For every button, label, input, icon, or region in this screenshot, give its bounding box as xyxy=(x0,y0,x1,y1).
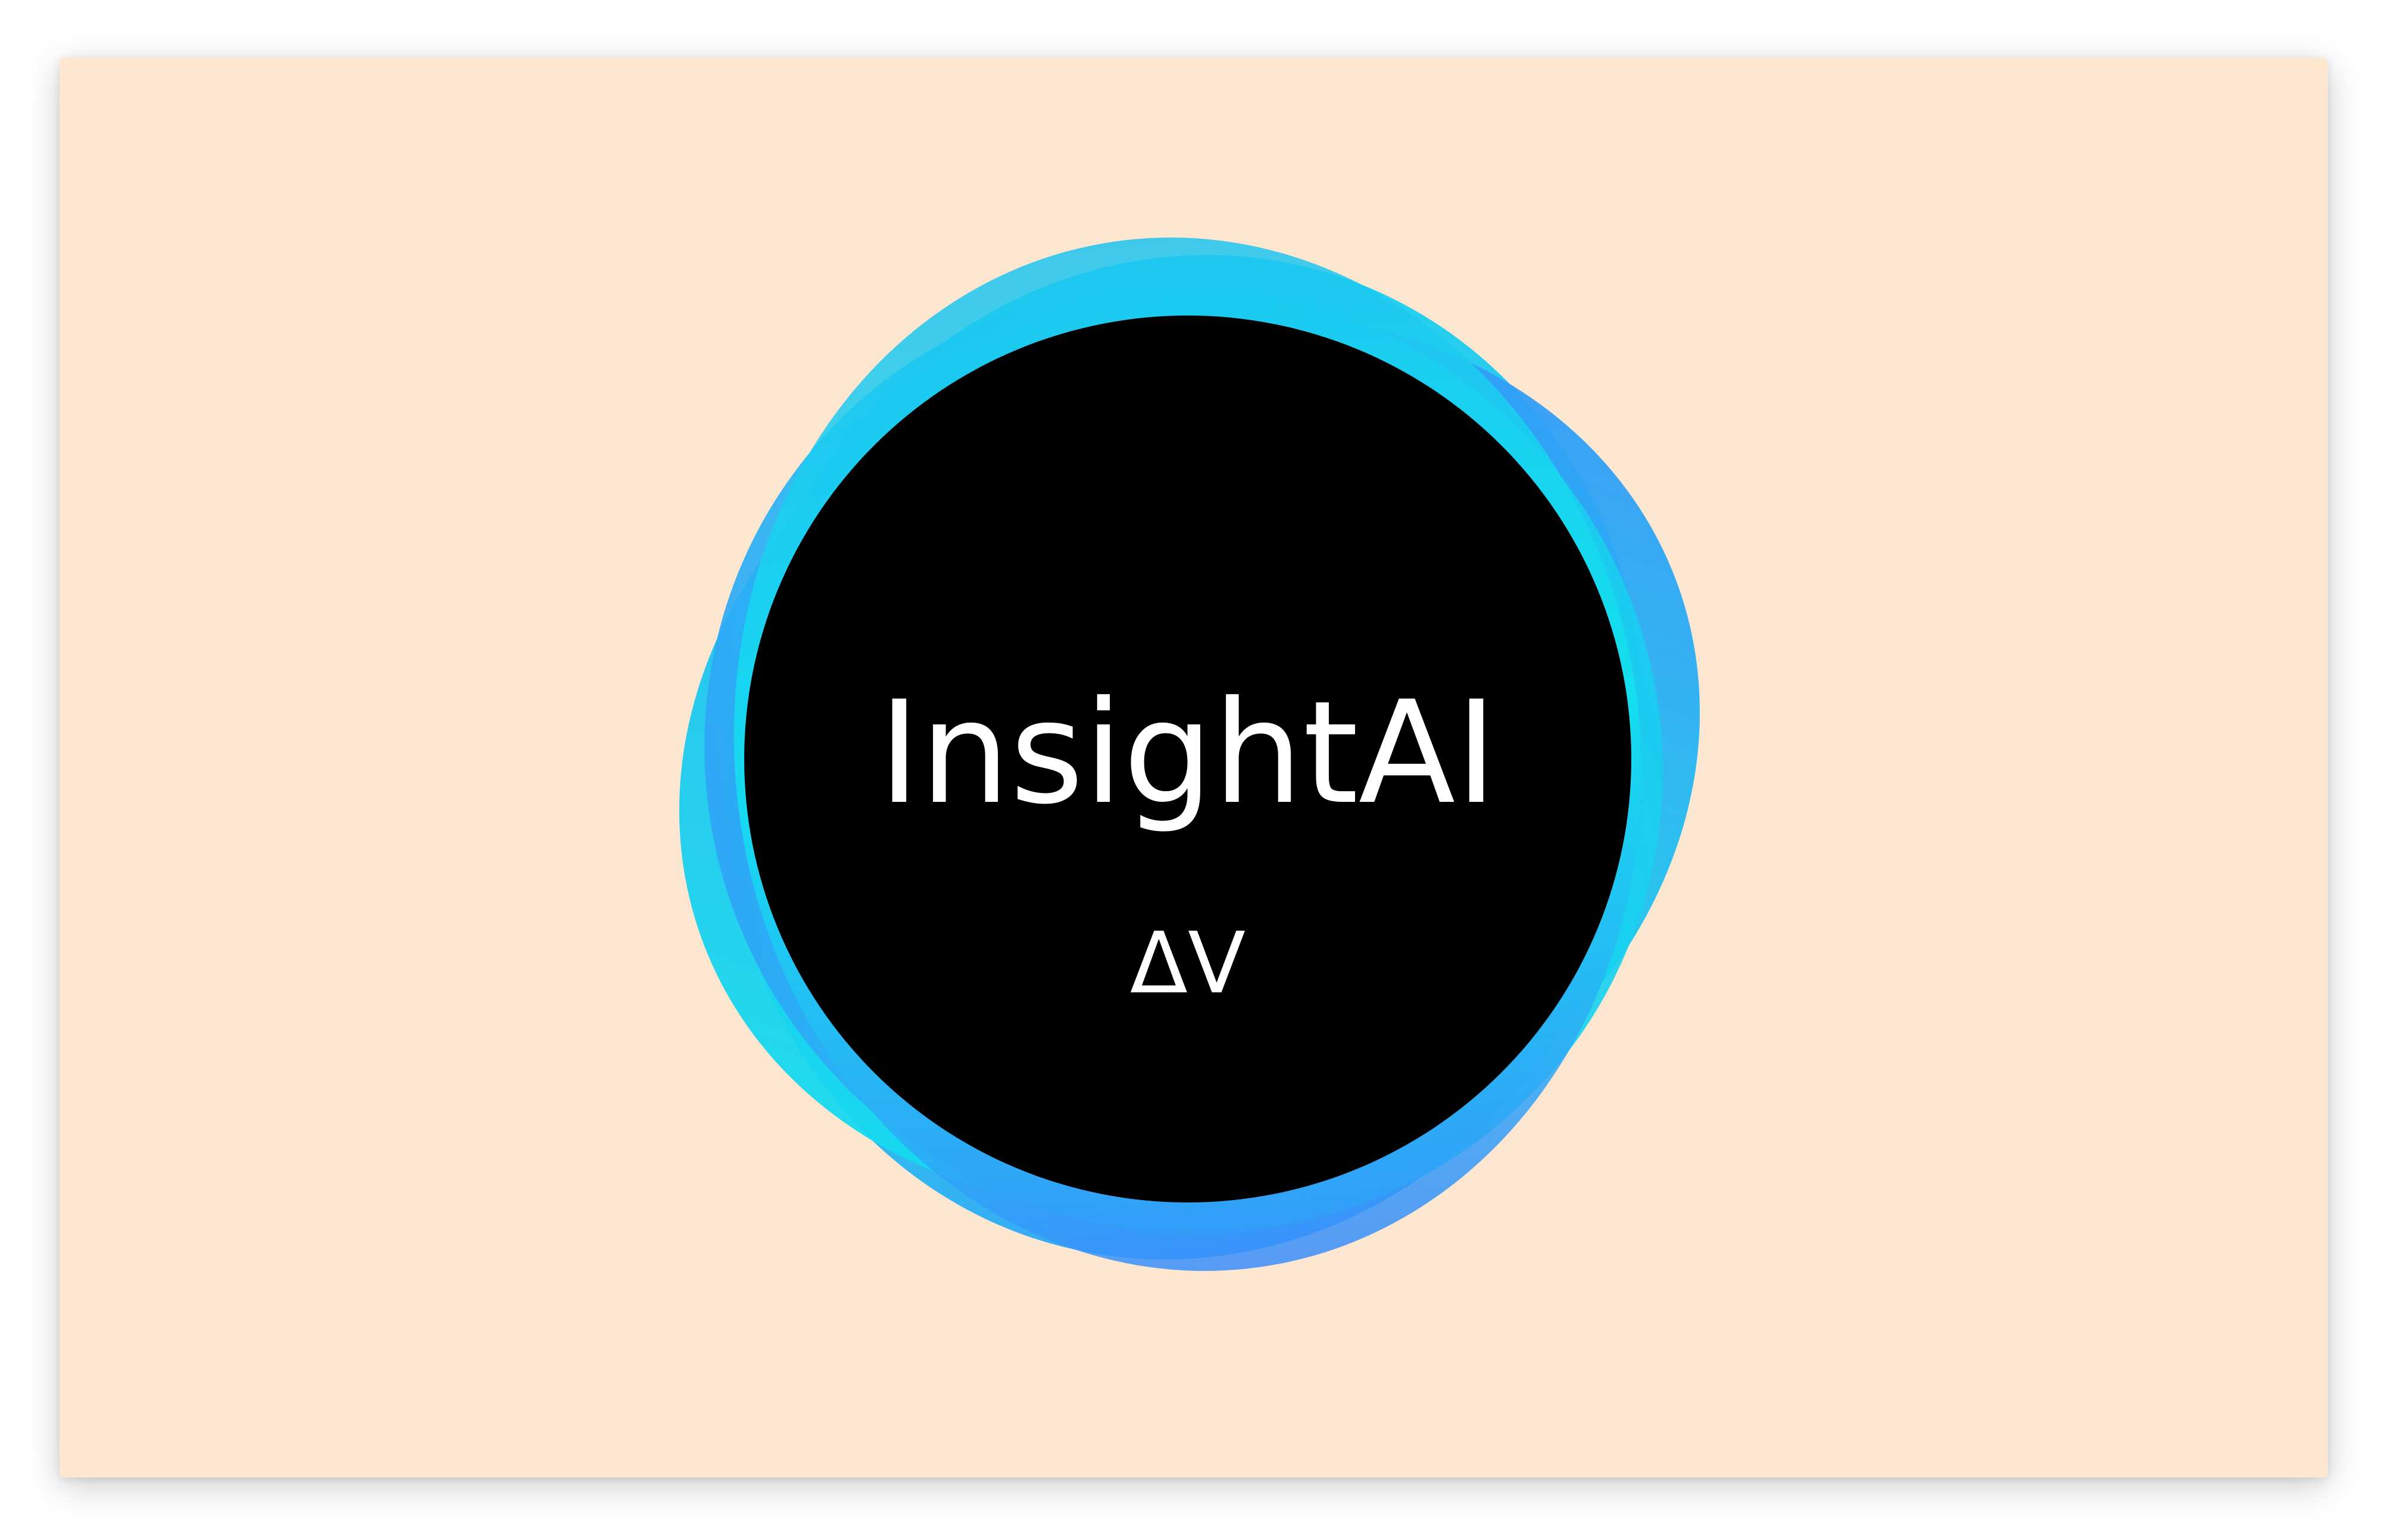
logo-subtitle: ΔV xyxy=(1130,914,1245,1013)
card: InsightAI ΔV xyxy=(60,58,2328,1477)
logo-canvas: InsightAI ΔV xyxy=(60,58,2328,1477)
logo-title: InsightAI xyxy=(878,671,1497,836)
